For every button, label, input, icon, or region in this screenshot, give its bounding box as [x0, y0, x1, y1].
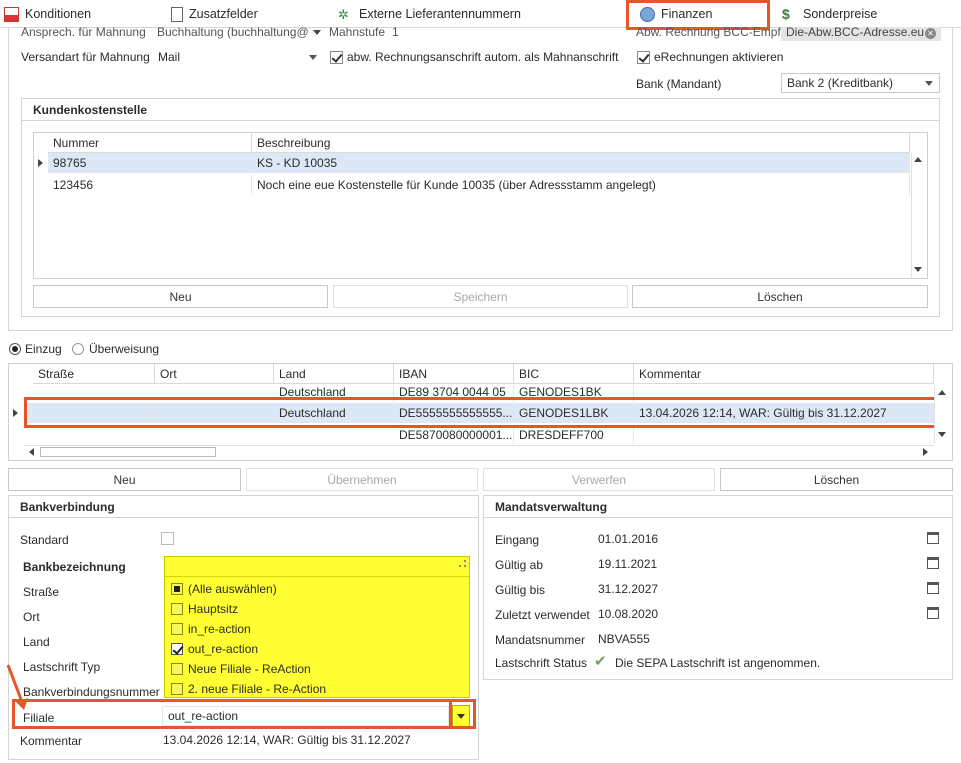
bankbezeichnung-label: Bankbezeichnung: [23, 560, 126, 574]
gueltig-bis-value[interactable]: 31.12.2027: [598, 582, 658, 596]
option-label: out_re-action: [188, 642, 259, 656]
tab-label: Zusatzfelder: [189, 7, 258, 21]
zuletzt-label: Zuletzt verwendet: [495, 608, 590, 622]
calendar-icon[interactable]: [927, 557, 939, 569]
option-label: 2. neue Filiale - Re-Action: [188, 682, 327, 696]
tab-sonderpreise[interactable]: $ Sonderpreise: [782, 0, 877, 28]
eingang-label: Eingang: [495, 533, 540, 547]
scroll-down-icon[interactable]: [938, 432, 946, 437]
strasse-label: Straße: [23, 585, 60, 599]
bank-uebernehmen-button[interactable]: Übernehmen: [246, 468, 478, 491]
mandatsnummer-value[interactable]: NBVA555: [598, 632, 650, 646]
kommentar-label: Kommentar: [20, 734, 83, 748]
dropdown-separator: [165, 576, 469, 577]
option-label: in_re-action: [188, 622, 251, 636]
checkmark-icon: ✔: [594, 653, 607, 670]
checkbox: [171, 683, 183, 695]
filiale-option-neue-filiale[interactable]: Neue Filiale - ReAction: [171, 659, 311, 679]
column-header-iban[interactable]: IBAN: [394, 364, 514, 384]
checkbox-partial: [171, 583, 183, 595]
land-label: Land: [23, 635, 50, 649]
scroll-right-icon[interactable]: [923, 448, 928, 456]
scroll-up-icon[interactable]: [938, 390, 946, 395]
filiale-option-hauptsitz[interactable]: Hauptsitz: [171, 599, 238, 619]
calendar-icon[interactable]: [927, 532, 939, 544]
ort-label: Ort: [23, 610, 40, 624]
standard-checkbox[interactable]: [161, 532, 174, 545]
outer-panel-border: [8, 28, 953, 331]
ueberweisung-label: Überweisung: [89, 342, 160, 356]
option-label: Neue Filiale - ReAction: [188, 662, 311, 676]
tab-label: Externe Lieferantennummern: [359, 7, 521, 21]
calendar-icon[interactable]: [927, 582, 939, 594]
checkbox-checked: [171, 643, 183, 655]
filiale-button-highlight: [449, 699, 476, 729]
mandat-panel: [483, 495, 953, 680]
einzug-radio[interactable]: [9, 343, 21, 355]
tab-externe-lieferantennummern[interactable]: ✲ Externe Lieferantennummern: [338, 0, 521, 28]
filiale-option-out-re-action[interactable]: out_re-action: [171, 639, 258, 659]
standard-label: Standard: [20, 533, 69, 547]
zuletzt-value[interactable]: 10.08.2020: [598, 607, 658, 621]
tab-zusatzfelder[interactable]: Zusatzfelder: [171, 0, 258, 28]
ueberweisung-radio[interactable]: [72, 343, 84, 355]
gears-icon: ✲: [338, 6, 349, 22]
column-header-kommentar[interactable]: Kommentar: [634, 364, 934, 384]
option-label: (Alle auswählen): [188, 582, 277, 596]
gueltig-ab-label: Gültig ab: [495, 558, 544, 572]
checkbox: [171, 603, 183, 615]
bankverbindung-title: Bankverbindung: [20, 500, 115, 514]
filiale-option-in-re-action[interactable]: in_re-action: [171, 619, 251, 639]
einzug-label: Einzug: [25, 342, 62, 356]
dropdown-resize-grip-icon[interactable]: [459, 560, 466, 567]
filiale-option-2-neue-filiale[interactable]: 2. neue Filiale - Re-Action: [171, 679, 326, 699]
gueltig-bis-label: Gültig bis: [495, 583, 546, 597]
checkbox: [171, 663, 183, 675]
filiale-option-alle[interactable]: (Alle auswählen): [171, 579, 277, 599]
column-header-land[interactable]: Land: [274, 364, 394, 384]
column-header-ort[interactable]: Ort: [155, 364, 274, 384]
selected-bank-row-highlight: [24, 397, 939, 428]
calendar-icon[interactable]: [927, 607, 939, 619]
money-bag-icon: $: [782, 5, 790, 22]
mandatsnummer-label: Mandatsnummer: [495, 633, 586, 647]
bank-neu-button[interactable]: Neu: [8, 468, 241, 491]
tab-label: Sonderpreise: [803, 7, 878, 21]
row-indicator-icon: [13, 409, 18, 417]
tab-konditionen[interactable]: Konditionen: [4, 0, 91, 28]
scroll-left-icon[interactable]: [29, 448, 34, 456]
document-icon: [171, 6, 183, 22]
filiale-row-highlight: [12, 699, 476, 729]
eingang-value[interactable]: 01.01.2016: [598, 532, 658, 546]
option-label: Hauptsitz: [188, 602, 239, 616]
pdf-icon: [4, 6, 19, 22]
column-header-strasse[interactable]: Straße: [33, 364, 155, 384]
bankverbindungsnummer-label: Bankverbindungsnummer: [23, 685, 160, 699]
tab-label: Konditionen: [25, 7, 92, 21]
kommentar-value[interactable]: 13.04.2026 12:14, WAR: Gültig bis 31.12.…: [163, 733, 411, 747]
lastschrift-typ-label: Lastschrift Typ: [23, 660, 101, 674]
status-value: Die SEPA Lastschrift ist angenommen.: [615, 656, 821, 670]
column-header-bic[interactable]: BIC: [514, 364, 634, 384]
bank-loeschen-button[interactable]: Löschen: [720, 468, 953, 491]
filiale-dropdown-list: (Alle auswählen) Hauptsitz in_re-action …: [164, 556, 470, 698]
mandat-title: Mandatsverwaltung: [495, 500, 608, 514]
arrow-pointer-icon: [6, 664, 28, 710]
checkbox: [171, 623, 183, 635]
status-label: Lastschrift Status: [495, 656, 588, 670]
gueltig-ab-value[interactable]: 19.11.2021: [598, 557, 657, 571]
bank-verwerfen-button[interactable]: Verwerfen: [483, 468, 715, 491]
hscroll-thumb[interactable]: [40, 447, 216, 457]
